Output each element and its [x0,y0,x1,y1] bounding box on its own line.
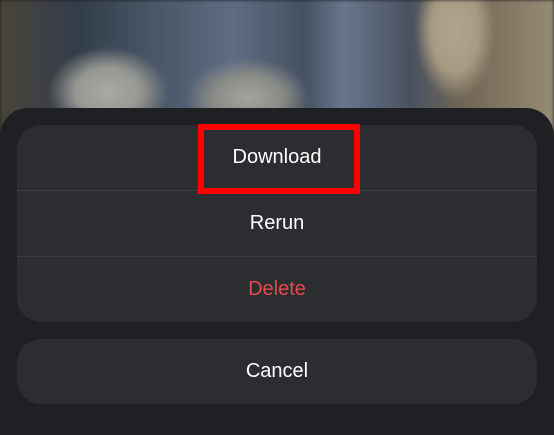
download-label: Download [232,146,322,168]
cancel-button[interactable]: Cancel [17,339,537,404]
cancel-label: Cancel [245,360,309,382]
screen: Download Rerun Delete Cancel [0,0,554,435]
rerun-label: Rerun [249,212,305,234]
download-button[interactable]: Download [17,125,537,190]
rerun-button[interactable]: Rerun [17,191,537,256]
action-group: Download Rerun Delete [17,125,537,322]
delete-button[interactable]: Delete [17,257,537,322]
delete-label: Delete [248,278,306,300]
